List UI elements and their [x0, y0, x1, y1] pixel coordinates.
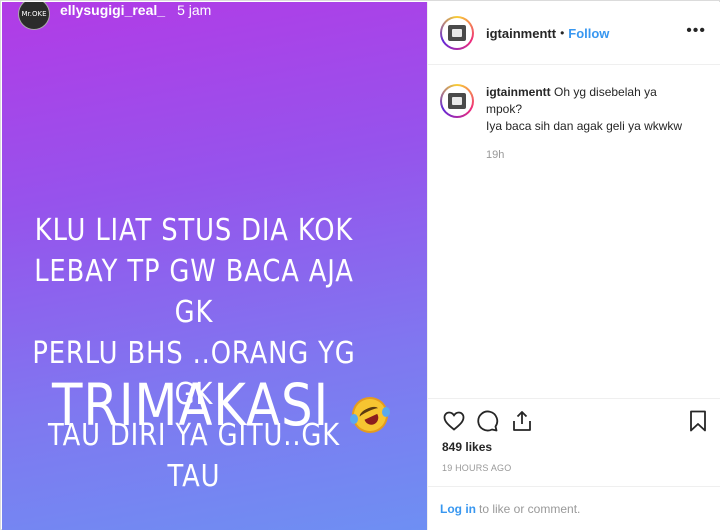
tv-logo-icon: [448, 25, 466, 41]
share-icon[interactable]: [510, 409, 534, 433]
story-avatar-text: Mr.OKE: [21, 10, 47, 18]
story-big-text: TRIMAKASI: [52, 371, 330, 439]
comment-text-1: Oh yg disebelah ya: [554, 85, 657, 99]
story-line: LEBAY TP GW BACA AJA GK: [34, 254, 354, 330]
tear-icon: [382, 407, 390, 417]
story-header: Mr.OKE ellysugigi_real_ 5 jam: [18, 2, 211, 34]
post-side-panel: igtainmentt • Follow ••• igtainmentt Oh …: [427, 2, 720, 530]
bookmark-icon[interactable]: [686, 409, 710, 433]
heart-icon[interactable]: [442, 409, 466, 433]
login-bar: Log in to like or comment.: [428, 486, 720, 530]
tv-logo-icon: [448, 93, 466, 109]
post-time[interactable]: 19 HOURS AGO: [442, 463, 511, 473]
story-avatar[interactable]: Mr.OKE: [18, 2, 50, 30]
profile-avatar[interactable]: [440, 16, 474, 50]
comment-username[interactable]: igtainmentt: [486, 85, 551, 99]
story-username[interactable]: ellysugigi_real_: [60, 2, 165, 18]
login-prompt: to like or comment.: [479, 501, 581, 516]
more-options-icon[interactable]: •••: [686, 22, 706, 40]
tear-icon: [350, 414, 358, 424]
panel-header: igtainmentt • Follow •••: [428, 2, 720, 65]
story-image: Mr.OKE ellysugigi_real_ 5 jam KLU LIAT S…: [2, 2, 427, 530]
comment-body: igtainmentt Oh yg disebelah ya mpok? Iya…: [486, 84, 682, 164]
caption-comment: igtainmentt Oh yg disebelah ya mpok? Iya…: [440, 84, 710, 164]
likes-count[interactable]: 849 likes: [442, 440, 492, 454]
comment-text-3: Iya baca sih dan agak geli ya wkwkw: [486, 119, 683, 133]
header-username[interactable]: igtainmentt: [486, 26, 556, 41]
follow-button[interactable]: Follow: [568, 26, 609, 41]
story-line: KLU LIAT STUS DIA KOK: [34, 213, 354, 248]
story-text: KLU LIAT STUS DIA KOK LEBAY TP GW BACA A…: [22, 210, 366, 497]
story-time: 5 jam: [177, 2, 212, 18]
comment-text-2: mpok?: [486, 102, 523, 116]
comment-avatar[interactable]: [440, 84, 474, 118]
login-link[interactable]: Log in: [440, 502, 476, 516]
comment-icon[interactable]: [475, 409, 499, 433]
separator-dot: •: [560, 26, 565, 40]
comment-time[interactable]: 19h: [486, 147, 682, 164]
post-frame: Mr.OKE ellysugigi_real_ 5 jam KLU LIAT S…: [0, 0, 720, 530]
action-bar: [428, 398, 720, 440]
